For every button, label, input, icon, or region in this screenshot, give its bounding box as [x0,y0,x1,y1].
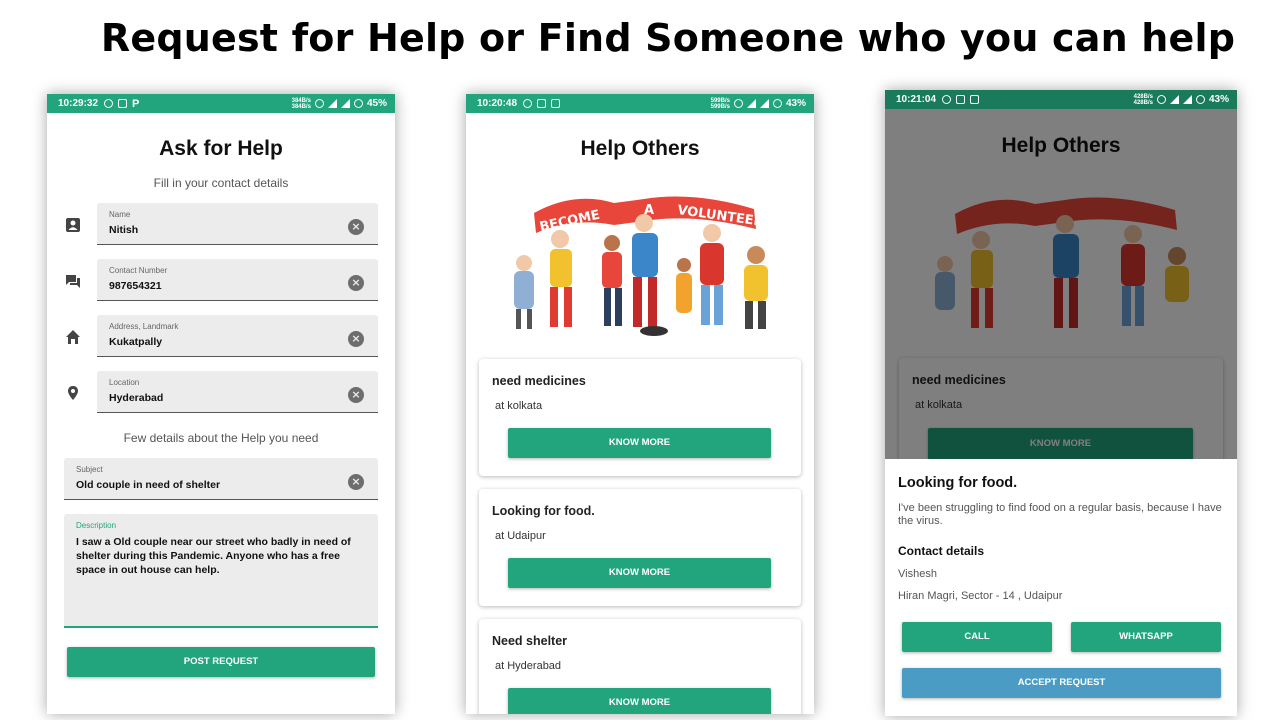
page-title: Help Others [580,137,700,160]
ask-for-help-screen: 10:29:32 P 384B/s 384B/s 45% Ask for Hel… [47,94,395,714]
field-value: Hyderabad [109,392,164,404]
signal-icon [1169,95,1179,104]
request-card[interactable]: Need shelter at Hyderabad KNOW MORE [479,619,801,714]
field-label: Name [109,210,131,219]
field-label: Address, Landmark [109,322,179,331]
location-field: Location Hyderabad × [47,371,395,415]
instagram-icon [118,99,128,108]
hotspot-icon [314,99,324,108]
card-location: at kolkata [495,400,543,412]
contact-details-subtitle: Fill in your contact details [153,176,289,190]
clear-icon[interactable]: × [348,275,364,291]
volunteer-illustration: BECOME A VOLUNTEER [494,181,786,347]
battery-level: 43% [785,98,806,109]
know-more-button[interactable]: KNOW MORE [508,558,771,588]
request-details-screen: 10:21:04 428B/s 428B/s 43% Help Others [885,90,1237,716]
help-others-screen: 10:20:48 599B/s 599B/s 43% Help Others B… [466,94,814,714]
post-request-button[interactable]: POST REQUEST [67,647,375,677]
location-pin-icon [64,385,82,403]
call-button[interactable]: CALL [902,622,1052,652]
clear-icon[interactable]: × [348,219,364,235]
status-time: 10:29:32 [58,98,99,109]
status-bar: 10:29:32 P 384B/s 384B/s 45% [47,94,395,113]
signal-icon [327,99,337,108]
name-input[interactable]: Name Nitish × [97,203,378,245]
sheet-title: Looking for food. [898,475,1018,491]
field-label: Description [76,521,117,530]
whatsapp-icon [104,99,114,108]
signal-icon [759,99,769,108]
address-field: Address, Landmark Kukatpally × [47,315,395,359]
address-input[interactable]: Address, Landmark Kukatpally × [97,315,378,357]
person-icon [64,217,82,235]
paytm-icon: P [132,97,140,110]
battery-icon [772,99,782,108]
field-value: Old couple in need of shelter [76,479,221,491]
instagram-icon [956,95,966,104]
network-speed: 599B/s 599B/s [710,97,730,110]
request-detail-sheet: Looking for food. I've been struggling t… [885,459,1237,716]
hotspot-icon [1156,95,1166,104]
help-details-heading: Few details about the Help you need [123,431,319,445]
field-label: Location [109,378,140,387]
status-bar: 10:20:48 599B/s 599B/s 43% [466,94,814,113]
home-icon [64,329,82,347]
name-field: Name Nitish × [47,203,395,247]
battery-level: 43% [1208,94,1229,105]
card-title: Need shelter [492,634,568,648]
field-value: Nitish [109,224,139,236]
hotspot-icon [733,99,743,108]
contact-name: Vishesh [898,568,937,580]
battery-icon [353,99,363,108]
signal-icon [1182,95,1192,104]
field-value: I saw a Old couple near our street who b… [76,536,351,576]
request-card[interactable]: need medicines at kolkata KNOW MORE [479,359,801,476]
location-input[interactable]: Location Hyderabad × [97,371,378,413]
status-time: 10:20:48 [477,98,518,109]
contact-address: Hiran Magri, Sector - 14 , Udaipur [898,590,1063,602]
card-location: at Hyderabad [495,660,562,672]
clear-icon[interactable]: × [348,387,364,403]
signal-icon [746,99,756,108]
card-location: at Udaipur [495,530,546,542]
network-speed: 384B/s 384B/s [291,97,311,110]
description-input[interactable]: Description I saw a Old couple near our … [64,514,378,628]
clear-icon[interactable]: × [348,331,364,347]
clear-icon[interactable]: × [348,474,364,490]
chat-icon [64,273,82,291]
battery-icon [1195,95,1205,104]
gallery-icon [551,99,561,108]
field-value: 987654321 [109,280,162,292]
know-more-button[interactable]: KNOW MORE [508,428,771,458]
field-label: Subject [76,465,103,474]
whatsapp-button[interactable]: WHATSAPP [1071,622,1221,652]
instagram-icon [537,99,547,108]
field-value: Kukatpally [109,336,163,348]
know-more-button[interactable]: KNOW MORE [508,688,771,714]
status-bar: 10:21:04 428B/s 428B/s 43% [885,90,1237,109]
slide-title: Request for Help or Find Someone who you… [100,16,1236,60]
network-speed: 428B/s 428B/s [1133,93,1153,106]
contact-number-input[interactable]: Contact Number 987654321 × [97,259,378,301]
battery-level: 45% [366,98,387,109]
subject-input[interactable]: Subject Old couple in need of shelter × [64,458,378,500]
card-title: need medicines [492,374,586,388]
request-card[interactable]: Looking for food. at Udaipur KNOW MORE [479,489,801,606]
field-label: Contact Number [109,266,168,275]
contact-details-heading: Contact details [898,544,985,558]
modal-scrim[interactable] [885,109,1237,459]
page-title: Ask for Help [159,137,283,160]
signal-icon [340,99,350,108]
status-time: 10:21:04 [896,94,937,105]
sheet-description: I've been struggling to find food on a r… [898,502,1222,527]
whatsapp-icon [523,99,533,108]
whatsapp-icon [942,95,952,104]
card-title: Looking for food. [492,504,595,518]
gallery-icon [970,95,980,104]
contact-number-field: Contact Number 987654321 × [47,259,395,303]
accept-request-button[interactable]: ACCEPT REQUEST [902,668,1221,698]
